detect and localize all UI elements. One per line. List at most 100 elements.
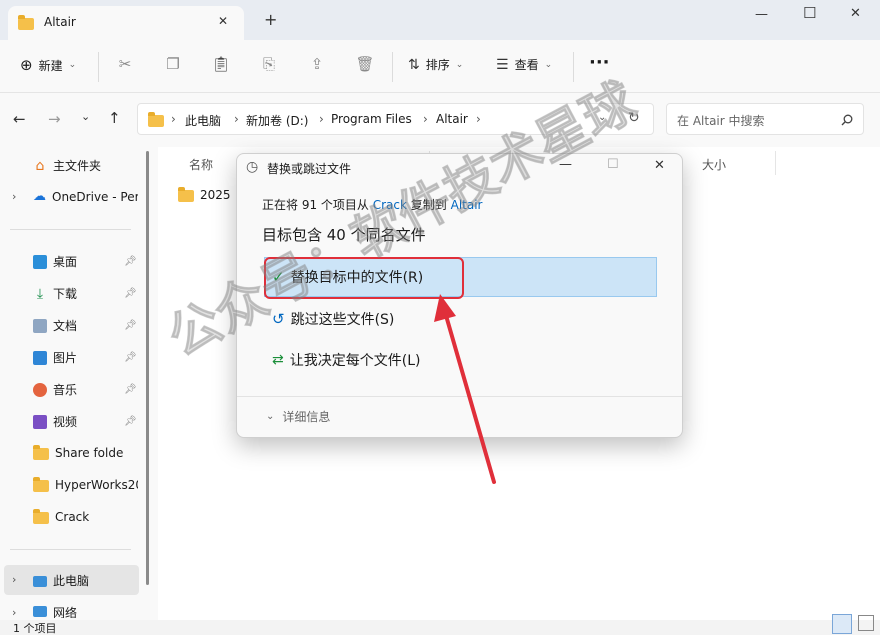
- sort-icon: ⇅: [408, 56, 420, 73]
- divider: [10, 549, 131, 550]
- folder-icon: [148, 112, 164, 127]
- tab-close-icon[interactable]: ✕: [218, 14, 228, 28]
- sidebar-scrollbar[interactable]: [146, 151, 149, 585]
- pin-icon[interactable]: 📌︎: [124, 256, 137, 267]
- sort-button-label: 排序: [425, 58, 450, 72]
- folder-icon: [18, 15, 34, 30]
- status-bar: 1 个项目: [0, 614, 880, 635]
- pin-icon[interactable]: 📌︎: [124, 416, 137, 427]
- share-icon[interactable]: ⇪: [305, 55, 329, 73]
- column-header-size[interactable]: 大小: [702, 156, 726, 173]
- expand-chevron-icon[interactable]: ›: [12, 573, 16, 586]
- up-arrow-icon[interactable]: ↑: [108, 109, 121, 127]
- details-view-icon[interactable]: [832, 614, 852, 634]
- video-icon: [33, 414, 47, 429]
- pin-icon[interactable]: 📌︎: [124, 320, 137, 331]
- sidebar-item-onedrive[interactable]: ☁ OneDrive - Per: [33, 189, 138, 204]
- decide-each-option[interactable]: ⇄ 让我决定每个文件(L): [272, 350, 420, 370]
- expand-chevron-icon[interactable]: ›: [12, 606, 16, 619]
- sidebar-item-music[interactable]: 音乐: [33, 381, 138, 398]
- copy-status-middle: 复制到: [410, 198, 447, 212]
- dialog-close-button[interactable]: ✕: [654, 158, 665, 173]
- breadcrumb-drive-d[interactable]: 新加卷 (D:): [246, 112, 308, 129]
- address-dropdown-icon[interactable]: ⌄: [598, 112, 606, 123]
- file-name: 2025: [200, 187, 231, 202]
- sidebar-item-label: 下载: [53, 287, 78, 301]
- view-button[interactable]: ☰ 查看 ⌄: [496, 56, 552, 73]
- plus-circle-icon: ⊕: [20, 56, 33, 74]
- music-icon: [33, 382, 47, 397]
- sidebar-item-label: Crack: [55, 509, 90, 524]
- details-label: 详细信息: [282, 410, 331, 424]
- close-button[interactable]: ✕: [850, 6, 861, 21]
- breadcrumb-thispc[interactable]: 此电脑: [185, 112, 221, 129]
- breadcrumb-separator-icon: ›: [234, 112, 239, 126]
- source-folder-link[interactable]: Crack: [373, 198, 407, 212]
- sidebar-item-thispc[interactable]: 此电脑: [33, 572, 138, 589]
- column-divider[interactable]: [775, 151, 776, 175]
- back-arrow-icon[interactable]: ←: [13, 110, 26, 128]
- pin-icon[interactable]: 📌︎: [124, 352, 137, 363]
- desktop-icon: [33, 254, 47, 269]
- forward-arrow-icon[interactable]: →: [48, 110, 61, 128]
- breadcrumb-altair[interactable]: Altair: [436, 112, 468, 126]
- view-list-icon: ☰: [496, 56, 509, 73]
- search-box[interactable]: 在 Altair 中搜索: [666, 103, 864, 135]
- skip-arrow-icon: ↺: [272, 310, 285, 328]
- sidebar-item-desktop[interactable]: 桌面: [33, 253, 138, 270]
- recent-chevron-icon[interactable]: ⌄: [81, 110, 90, 123]
- sidebar-item-label: 音乐: [53, 383, 78, 397]
- more-options-button[interactable]: ···: [589, 52, 610, 73]
- sidebar-item-label: 文档: [53, 319, 78, 333]
- cut-icon[interactable]: ✂: [113, 55, 137, 73]
- paste-icon[interactable]: 📋︎: [209, 55, 233, 73]
- sidebar-item-home[interactable]: ⌂ 主文件夹: [33, 157, 138, 174]
- expand-chevron-icon[interactable]: ›: [12, 190, 16, 203]
- new-tab-button[interactable]: +: [264, 10, 277, 29]
- home-icon: ⌂: [35, 157, 45, 174]
- rename-icon[interactable]: ⎘: [257, 55, 281, 73]
- refresh-icon[interactable]: ↻: [628, 110, 640, 126]
- dialog-maximize-button[interactable]: ☐: [607, 157, 619, 172]
- chevron-down-icon: ⌄: [455, 59, 464, 70]
- destination-folder-link[interactable]: Altair: [451, 198, 483, 212]
- delete-icon[interactable]: 🗑︎: [353, 55, 377, 73]
- sidebar-item-share-folder[interactable]: Share folde: [33, 445, 138, 460]
- address-bar[interactable]: › 此电脑 › 新加卷 (D:) › Program Files › Altai…: [137, 103, 654, 135]
- download-icon: ⤓: [36, 285, 44, 302]
- skip-files-option[interactable]: ↺ 跳过这些文件(S): [272, 309, 394, 329]
- sidebar-item-network[interactable]: 网络: [33, 604, 138, 618]
- copy-status-prefix: 正在将 91 个项目从: [262, 198, 369, 212]
- tiles-view-icon[interactable]: [858, 615, 874, 631]
- pin-icon[interactable]: 📌︎: [124, 384, 137, 395]
- folder-icon: [33, 509, 49, 524]
- copy-icon[interactable]: ❐: [161, 55, 185, 73]
- pin-icon[interactable]: 📌︎: [124, 288, 137, 299]
- new-button[interactable]: ⊕ 新建 ⌄: [20, 56, 76, 74]
- list-item[interactable]: 2025: [178, 187, 231, 202]
- clock-icon: ◷: [246, 159, 259, 175]
- dialog-minimize-button[interactable]: —: [559, 157, 572, 172]
- sidebar-item-label: HyperWorks20: [55, 477, 138, 492]
- option-label: 跳过这些文件(S): [290, 312, 395, 328]
- divider: [392, 52, 393, 82]
- sidebar-item-documents[interactable]: 文档: [33, 317, 138, 334]
- sort-button[interactable]: ⇅ 排序 ⌄: [408, 56, 463, 73]
- column-header-name[interactable]: 名称: [189, 156, 213, 173]
- maximize-button[interactable]: ☐: [803, 4, 816, 22]
- tab-altair[interactable]: Altair ✕: [8, 6, 244, 40]
- sidebar-item-videos[interactable]: 视频: [33, 413, 138, 430]
- sidebar-item-label: Share folde: [55, 445, 124, 460]
- sidebar-item-crack[interactable]: Crack: [33, 509, 138, 524]
- chevron-down-icon: ⌄: [266, 411, 275, 422]
- sidebar-item-pictures[interactable]: 图片: [33, 349, 138, 366]
- sidebar-item-downloads[interactable]: ⤓ 下载: [33, 285, 138, 302]
- search-icon[interactable]: [841, 114, 853, 126]
- more-details-toggle[interactable]: ⌄ 详细信息: [266, 408, 330, 425]
- sidebar-item-hyperworks[interactable]: HyperWorks20: [33, 477, 138, 492]
- breadcrumb-separator-icon: ›: [319, 112, 324, 126]
- sidebar-item-label: 此电脑: [53, 574, 90, 588]
- breadcrumb-program-files[interactable]: Program Files: [331, 112, 412, 126]
- minimize-button[interactable]: —: [755, 7, 768, 22]
- document-icon: [33, 318, 47, 333]
